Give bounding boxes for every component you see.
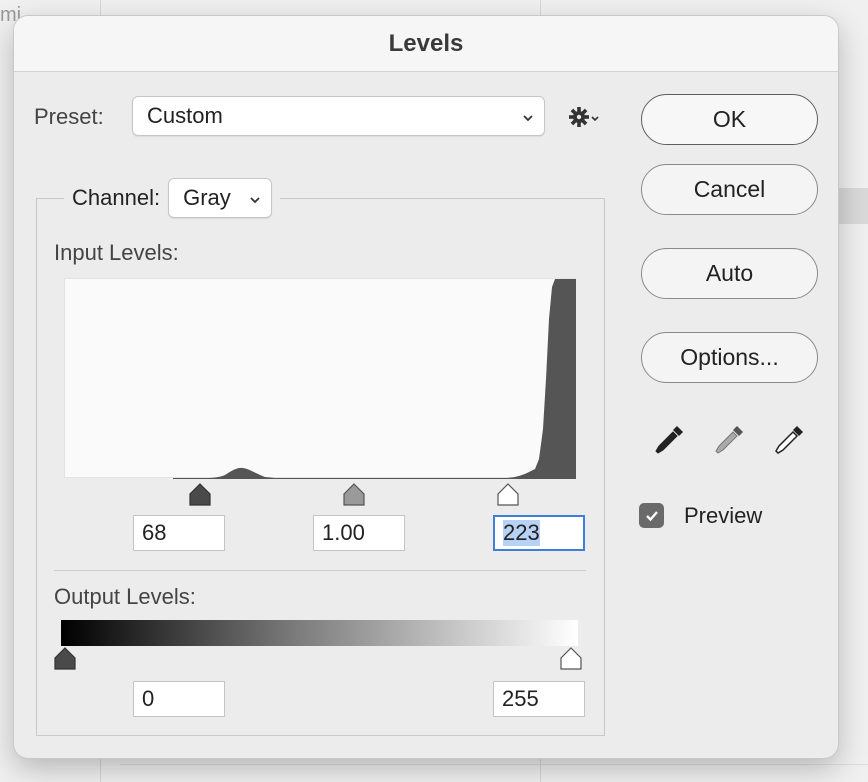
auto-button[interactable]: Auto: [641, 248, 818, 299]
levels-divider: [54, 570, 586, 571]
preset-select[interactable]: Custom: [132, 96, 545, 136]
white-point-eyedropper-icon[interactable]: [771, 422, 807, 458]
input-white-value: 223: [503, 520, 540, 546]
input-black-field[interactable]: 68: [133, 515, 225, 551]
channel-select[interactable]: Gray: [168, 178, 273, 218]
output-black-value: 0: [142, 686, 155, 711]
channel-label: Channel:: [72, 185, 161, 210]
output-gradient-bar: [61, 620, 578, 646]
output-black-slider[interactable]: [52, 646, 78, 672]
dialog-titlebar[interactable]: Levels: [14, 16, 838, 72]
channel-value: Gray: [183, 185, 231, 210]
histogram: [64, 278, 576, 479]
cancel-button[interactable]: Cancel: [641, 164, 818, 215]
dialog-title: Levels: [388, 29, 464, 57]
levels-dialog: Levels Preset: Custom OK Cancel Auto Opt…: [14, 16, 838, 758]
gear-icon[interactable]: [567, 102, 601, 132]
ok-button[interactable]: OK: [641, 94, 818, 145]
options-button[interactable]: Options...: [641, 332, 818, 383]
output-white-value: 255: [502, 686, 539, 711]
background-selected-row: [838, 188, 868, 224]
input-gamma-slider[interactable]: [341, 482, 367, 508]
checkmark-icon: [645, 510, 658, 521]
output-black-field[interactable]: 0: [133, 681, 225, 717]
histogram-graph: [173, 279, 576, 479]
preview-label: Preview: [684, 503, 763, 528]
input-white-slider[interactable]: [495, 482, 521, 508]
output-white-field[interactable]: 255: [493, 681, 585, 717]
input-levels-label: Input Levels:: [54, 240, 179, 265]
background-row-line: [120, 764, 868, 765]
input-white-field[interactable]: 223: [493, 515, 585, 551]
black-point-eyedropper-icon[interactable]: [651, 422, 687, 458]
chevron-down-icon: [250, 197, 260, 204]
input-black-value: 68: [142, 520, 167, 545]
gray-point-eyedropper-icon[interactable]: [711, 422, 747, 458]
chevron-down-icon: [523, 115, 533, 122]
channel-row: Channel: Gray: [64, 178, 281, 218]
input-gamma-field[interactable]: 1.00: [313, 515, 405, 551]
output-levels-label: Output Levels:: [54, 584, 196, 609]
input-gamma-value: 1.00: [322, 520, 365, 545]
preview-checkbox[interactable]: [639, 503, 664, 528]
input-black-slider[interactable]: [187, 482, 213, 508]
preset-label: Preset:: [34, 104, 104, 129]
output-white-slider[interactable]: [558, 646, 584, 672]
preset-value: Custom: [147, 103, 223, 128]
